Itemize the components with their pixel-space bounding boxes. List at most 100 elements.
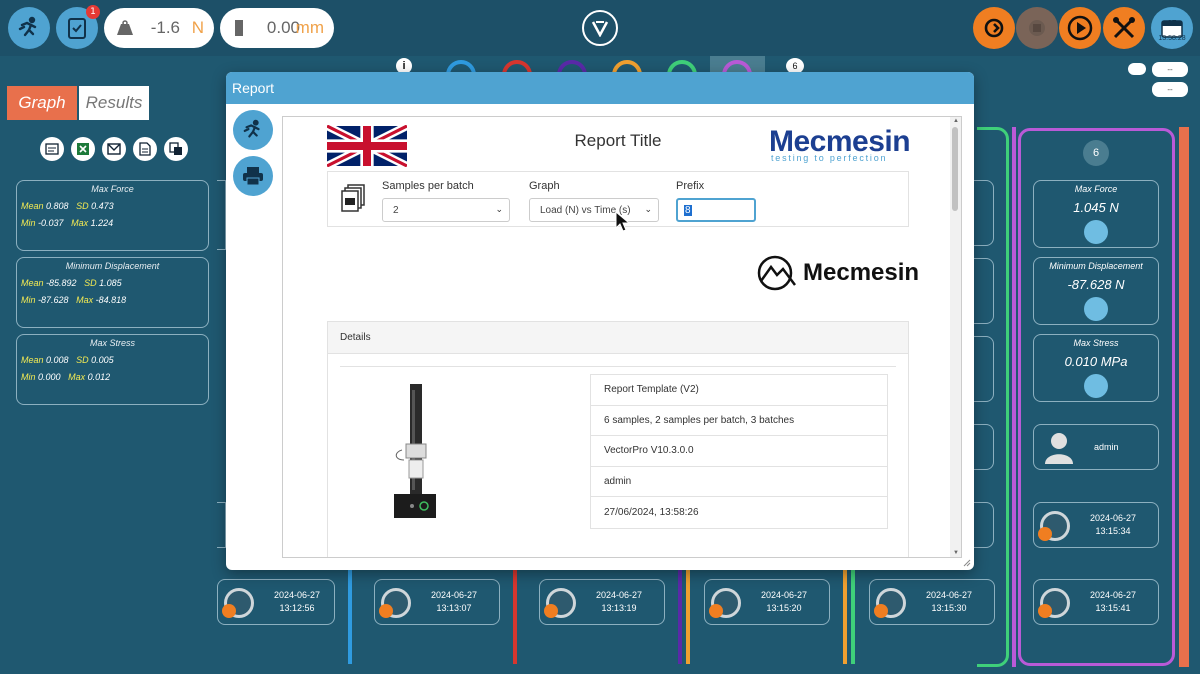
min-label: Min [21,295,36,305]
return-button[interactable] [973,7,1015,49]
clipboard-check-icon [68,18,86,39]
stat-title: Max Stress [89,338,135,348]
vectorpro-logo[interactable] [582,10,618,46]
scroll-down-icon[interactable]: ▼ [953,550,959,556]
copy-icon [169,142,182,155]
details-heading: Details [328,322,908,354]
chevron-down-icon: ⌄ [644,204,652,214]
position-readout[interactable]: 0.00 mm [220,8,334,48]
result-card-user: admin [1033,424,1159,470]
calendar-day: 27 [1167,19,1177,28]
sample-card-5[interactable]: 2024-06-27 13:15:30 [869,579,995,625]
print-button[interactable] [233,156,273,196]
export-txt-icon[interactable] [40,137,64,161]
sd-value: 0.473 [91,201,114,211]
result-card-max-force: Max Force 1.045 N [1033,180,1159,248]
result-title: Minimum Displacement [1049,261,1143,271]
sd-label: SD [84,278,97,288]
tools-icon [1113,17,1135,39]
test-stand-image [394,384,436,518]
graph-select[interactable]: Load (N) vs Time (s) ⌄ [529,198,659,222]
sample-card-3[interactable]: 2024-06-27 13:13:19 [539,579,665,625]
notification-badge: 1 [86,5,100,19]
running-person-icon [18,16,37,37]
red-sample-line [513,568,517,664]
zoom-control-1[interactable]: -- [1152,62,1188,77]
mean-label: Mean [21,278,44,288]
user-name: admin [1094,442,1119,452]
toggle-icon[interactable] [1128,63,1146,75]
mouse-cursor-icon [615,211,631,232]
hidden-card-edge [217,180,226,250]
prefix-input[interactable]: 8 [676,198,756,222]
stop-icon [1029,20,1045,36]
top-toolbar: 1 -1.6 N 0.00 mm 27 13:58:28 [0,0,1200,56]
mini-graph-icon[interactable] [1084,374,1108,398]
min-label: Min [21,372,36,382]
mountain-logo-icon [757,255,796,291]
test-device-button[interactable]: 1 [56,5,100,49]
mini-graph-icon[interactable] [1084,297,1108,321]
sample-time: 13:12:56 [279,603,315,613]
report-title: Report Title [574,131,662,150]
play-icon [1067,15,1093,41]
sample-card-2[interactable]: 2024-06-27 13:13:07 [374,579,500,625]
hidden-card-edge [974,336,994,402]
resize-grip-icon[interactable] [963,559,971,567]
selected-sample-number: 6 [1083,140,1109,166]
scroll-up-icon[interactable]: ▲ [953,118,959,124]
report-preview[interactable]: Report Title Mecmesin testing to perfect… [282,116,962,558]
green-sample-line [851,568,855,664]
force-readout[interactable]: -1.6 N [104,8,214,48]
report-scrollbar[interactable]: ▲ ▼ [950,117,961,557]
export-copy-icon[interactable] [164,137,188,161]
stop-button[interactable] [1016,7,1058,49]
return-icon [984,18,1004,38]
position-unit: mm [295,18,324,37]
export-email-icon[interactable] [102,137,126,161]
tools-button[interactable] [1103,7,1145,49]
sample-card-1[interactable]: 2024-06-27 13:12:56 [217,579,335,625]
envelope-icon [107,143,121,155]
uk-flag-icon [327,125,407,167]
min-label: Min [21,218,36,228]
result-title: Max Force [1074,184,1118,194]
running-person-icon [243,119,260,138]
sd-value: 1.085 [99,278,122,288]
back-button[interactable] [233,110,273,150]
detail-template: Report Template (V2) [591,375,887,406]
max-label: Max [71,218,89,228]
exit-run-button[interactable] [8,7,50,49]
hidden-card-edge [217,502,226,548]
dialog-title: Report [226,72,974,104]
stop-dot-icon [222,604,236,618]
min-value: 0.000 [38,372,61,382]
sd-value: 0.005 [91,355,114,365]
samples-per-batch-select[interactable]: 2 ⌄ [382,198,510,222]
orange-sample-line-2 [843,568,847,664]
user-avatar-icon [1045,433,1073,464]
sample-date: 2024-06-27 [1089,513,1137,523]
orange-side-strip [1179,127,1189,667]
result-card-min-displacement: Minimum Displacement -87.628 N [1033,257,1159,325]
scroll-thumb[interactable] [952,127,958,211]
sd-label: SD [76,201,89,211]
selected-sample-card[interactable]: 2024-06-27 13:15:34 [1033,502,1159,548]
tab-graph[interactable]: Graph [7,86,77,120]
calendar-clock-button[interactable]: 27 13:58:28 [1151,7,1193,49]
sample-date: 2024-06-27 [430,590,478,600]
sample-date: 2024-06-27 [273,590,321,600]
export-report-icon[interactable] [133,137,157,161]
tab-results[interactable]: Results [79,86,149,120]
detail-date: 27/06/2024, 13:58:26 [604,507,699,519]
divider [340,366,896,367]
mini-graph-icon[interactable] [1084,220,1108,244]
result-value: 1.045 N [1073,200,1119,215]
sample-card-4[interactable]: 2024-06-27 13:15:20 [704,579,830,625]
excel-icon [77,143,89,155]
sample-time: 13:15:20 [766,603,802,613]
v-logo-icon [591,21,609,37]
play-button[interactable] [1059,7,1101,49]
export-excel-icon[interactable] [71,137,95,161]
zoom-control-2[interactable]: -- [1152,82,1188,97]
